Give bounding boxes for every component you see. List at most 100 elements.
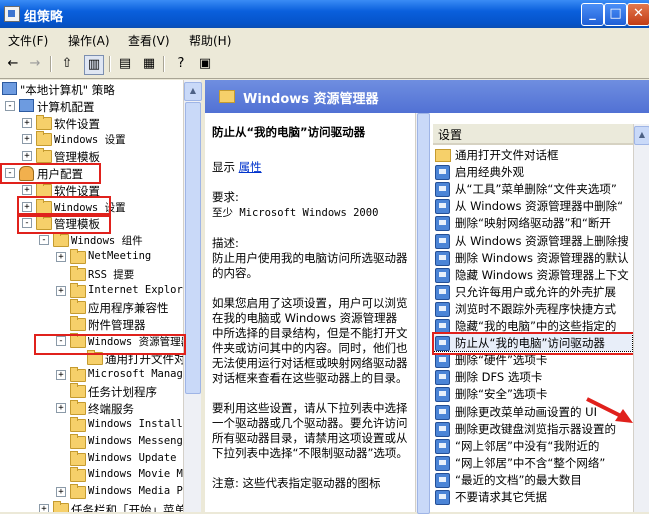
setting-item[interactable]: 从“工具”菜单删除“文件夹选项” bbox=[433, 180, 632, 198]
folder-icon bbox=[36, 148, 52, 164]
properties-link[interactable]: 属性 bbox=[239, 160, 262, 174]
tree-node-label: 附件管理器 bbox=[88, 318, 146, 333]
expand-icon[interactable]: + bbox=[56, 487, 66, 498]
close-button[interactable]: ✕ bbox=[627, 3, 649, 26]
folder-icon bbox=[70, 400, 86, 416]
setting-item[interactable]: 删除 Windows 资源管理器的默认 bbox=[433, 249, 632, 266]
scroll-up-button[interactable]: ▲ bbox=[184, 82, 202, 101]
tree-node-label: Microsoft Manager bbox=[88, 367, 183, 380]
settings-header-label: 设置 bbox=[438, 128, 463, 142]
expand-icon[interactable]: + bbox=[22, 117, 32, 128]
setting-item[interactable]: 隐藏 Windows 资源管理器上下文 bbox=[433, 266, 632, 283]
setting-item[interactable]: “网上邻居”中不含“整个网络” bbox=[433, 454, 632, 471]
properties-icon[interactable]: ▤ bbox=[116, 55, 134, 73]
scroll-thumb[interactable] bbox=[417, 113, 430, 514]
policy-icon bbox=[435, 421, 450, 437]
folder-icon bbox=[36, 131, 52, 147]
tree-node-label: 终端服务 bbox=[88, 402, 134, 417]
expand-icon[interactable]: + bbox=[22, 184, 32, 195]
setting-label: “最近的文档”的最大数目 bbox=[455, 472, 582, 487]
setting-label: 删除 Windows 资源管理器的默认 bbox=[455, 250, 629, 265]
setting-item[interactable]: 通用打开文件对话框 bbox=[433, 146, 632, 163]
policy-icon bbox=[435, 182, 450, 198]
toolbar-separator bbox=[163, 56, 165, 72]
setting-label: 从 Windows 资源管理器上删除搜 bbox=[455, 233, 629, 248]
display-label: 显示 bbox=[212, 160, 235, 174]
description-para-1: 如果您启用了这项设置，用户可以浏览在我的电脑或 Windows 资源管理器中所选… bbox=[212, 296, 408, 385]
settings-scrollbar[interactable]: ▲ bbox=[633, 124, 649, 512]
policy-icon bbox=[435, 301, 450, 317]
policy-description: 防止从“我的电脑”访问驱动器 显示 属性 要求: 至少 Microsoft Wi… bbox=[212, 125, 408, 506]
folder-icon bbox=[36, 181, 52, 197]
toolbar: ← → ⇧ ▥ ▤ ▦ ? ▣ bbox=[0, 50, 649, 79]
description-para-2: 要利用这些设置，请从下拉列表中选择一个驱动器或几个驱动器。要允许访问所有驱动器目… bbox=[212, 401, 408, 460]
folder-icon bbox=[70, 282, 86, 298]
menu-file[interactable]: 文件(F) bbox=[8, 32, 48, 49]
tree-node-label: 应用程序兼容性 bbox=[88, 301, 169, 316]
menu-view[interactable]: 查看(V) bbox=[128, 32, 170, 49]
menu-help[interactable]: 帮助(H) bbox=[189, 32, 231, 49]
forward-icon[interactable]: → bbox=[26, 55, 44, 73]
policy-icon bbox=[435, 267, 450, 283]
policy-icon bbox=[435, 250, 450, 266]
expand-icon[interactable]: + bbox=[56, 403, 66, 414]
expand-icon[interactable]: + bbox=[56, 369, 66, 380]
up-folder-icon[interactable]: ⇧ bbox=[58, 55, 76, 73]
maximize-button[interactable]: □ bbox=[604, 3, 627, 26]
minimize-button[interactable]: _ bbox=[581, 3, 604, 26]
setting-item[interactable]: 只允许每用户或允许的外壳扩展 bbox=[433, 283, 632, 300]
setting-label: 从“工具”菜单删除“文件夹选项” bbox=[455, 182, 617, 197]
folder-icon bbox=[219, 90, 235, 103]
details-pane: Windows 资源管理器 防止从“我的电脑”访问驱动器 显示 属性 要求: 至… bbox=[205, 80, 649, 514]
folder-icon bbox=[70, 467, 86, 483]
setting-label: 浏览时不跟踪外壳程序快捷方式 bbox=[455, 301, 616, 316]
setting-item[interactable]: 从 Windows 资源管理器中删除“ bbox=[433, 197, 632, 215]
requirements: 要求: 至少 Microsoft Windows 2000 bbox=[212, 190, 408, 221]
scroll-up-button[interactable]: ▲ bbox=[634, 126, 649, 145]
setting-label: 只允许每用户或允许的外壳扩展 bbox=[455, 284, 616, 299]
menu-action[interactable]: 操作(A) bbox=[68, 32, 110, 49]
setting-label: “网上邻居”中没有“我附近的 bbox=[455, 438, 600, 453]
expand-icon[interactable]: + bbox=[22, 134, 32, 145]
setting-item[interactable]: 启用经典外观 bbox=[433, 163, 632, 181]
folder-icon bbox=[36, 114, 52, 130]
settings-column-header[interactable]: 设置 bbox=[433, 124, 633, 145]
setting-label: “网上邻居”中不含“整个网络” bbox=[455, 455, 606, 470]
setting-item[interactable]: 删除“映射网络驱动器”和“断开 bbox=[433, 214, 632, 232]
collapse-icon[interactable]: - bbox=[39, 235, 49, 246]
tree-node-label: Windows Messenger bbox=[88, 434, 183, 447]
collapse-icon[interactable]: - bbox=[5, 100, 15, 111]
expand-icon[interactable]: + bbox=[56, 285, 66, 296]
export-icon[interactable]: ▦ bbox=[140, 55, 158, 73]
setting-item[interactable]: 从 Windows 资源管理器上删除搜 bbox=[433, 232, 632, 249]
expand-icon[interactable]: + bbox=[22, 151, 32, 162]
folder-icon bbox=[53, 501, 69, 512]
setting-item[interactable]: “最近的文档”的最大数目 bbox=[433, 471, 632, 488]
setting-label: 删除“映射网络驱动器”和“断开 bbox=[455, 216, 611, 231]
toolbar-separator bbox=[50, 56, 52, 72]
display-line: 显示 属性 bbox=[212, 160, 408, 175]
folder-icon bbox=[53, 232, 69, 248]
console-icon[interactable]: ▣ bbox=[196, 55, 214, 73]
tree-node-label: Windows 设置 bbox=[54, 134, 126, 147]
policy-icon bbox=[435, 216, 450, 232]
policy-icon bbox=[435, 370, 450, 386]
tree-node-label: 计算机配置 bbox=[37, 99, 95, 114]
setting-item[interactable]: “网上邻居”中没有“我附近的 bbox=[433, 437, 632, 454]
scroll-thumb[interactable] bbox=[185, 102, 201, 394]
tree-scrollbar[interactable]: ▲ bbox=[183, 80, 202, 512]
policy-icon bbox=[435, 199, 450, 215]
back-icon[interactable]: ← bbox=[4, 55, 22, 73]
setting-item[interactable]: 不要请求其它凭据 bbox=[433, 488, 632, 505]
description-block: 描述: 防止用户使用我的电脑访问所选驱动器的内容。 bbox=[212, 236, 408, 281]
setting-item[interactable]: 浏览时不跟踪外壳程序快捷方式 bbox=[433, 300, 632, 317]
expand-icon[interactable]: + bbox=[56, 252, 66, 262]
expand-icon[interactable]: + bbox=[39, 504, 49, 512]
show-tree-icon[interactable]: ▥ bbox=[84, 55, 104, 75]
help-icon[interactable]: ? bbox=[172, 55, 190, 73]
details-header-title: Windows 资源管理器 bbox=[243, 92, 379, 107]
setting-item[interactable]: 删除 DFS 选项卡 bbox=[433, 368, 632, 386]
window-title: 组策略 bbox=[24, 10, 64, 25]
description-scrollbar[interactable] bbox=[415, 113, 430, 514]
policy-title: 防止从“我的电脑”访问驱动器 bbox=[212, 125, 366, 139]
